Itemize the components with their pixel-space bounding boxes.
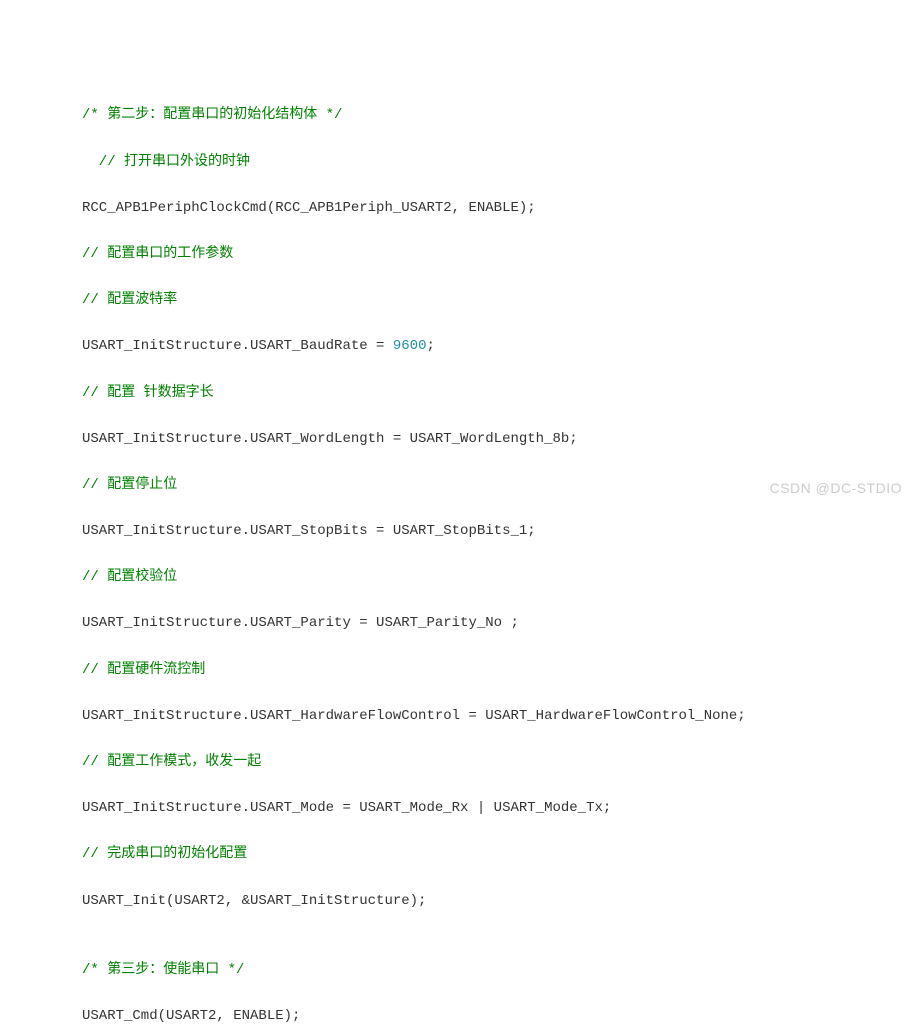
code-line: USART_Init(USART2, &USART_InitStructure)… [82, 890, 916, 913]
code-line: USART_InitStructure.USART_HardwareFlowCo… [82, 705, 916, 728]
code-comment: // 配置工作模式，收发一起 [82, 751, 916, 774]
code-text: USART_InitStructure.USART_BaudRate = [82, 338, 393, 354]
code-comment: /* 第三步：使能串口 */ [82, 959, 916, 982]
watermark: CSDN @DC-STDIO [770, 477, 902, 500]
code-number: 9600 [393, 338, 427, 354]
code-line: USART_InitStructure.USART_WordLength = U… [82, 428, 916, 451]
code-comment: // 完成串口的初始化配置 [82, 843, 916, 866]
code-comment: // 配置串口的工作参数 [82, 243, 916, 266]
code-line: RCC_APB1PeriphClockCmd(RCC_APB1Periph_US… [82, 197, 916, 220]
code-text: ; [426, 338, 434, 354]
code-comment: // 配置 针数据字长 [82, 382, 916, 405]
code-line: USART_InitStructure.USART_Parity = USART… [82, 612, 916, 635]
code-comment: // 打开串口外设的时钟 [82, 151, 916, 174]
code-line: USART_Cmd(USART2, ENABLE); [82, 1005, 916, 1028]
code-comment: // 配置校验位 [82, 566, 916, 589]
code-line: USART_InitStructure.USART_BaudRate = 960… [82, 335, 916, 358]
code-comment: /* 第二步：配置串口的初始化结构体 */ [82, 104, 916, 127]
code-comment: // 配置波特率 [82, 289, 916, 312]
code-line: USART_InitStructure.USART_StopBits = USA… [82, 520, 916, 543]
code-comment: // 配置硬件流控制 [82, 659, 916, 682]
code-line: USART_InitStructure.USART_Mode = USART_M… [82, 797, 916, 820]
